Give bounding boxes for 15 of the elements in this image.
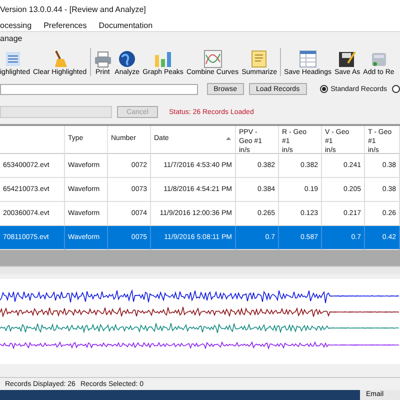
document-icon	[250, 50, 268, 68]
menu-item[interactable]: Preferences	[44, 20, 87, 30]
scrollbar[interactable]	[0, 266, 400, 274]
menu-item[interactable]: Documentation	[98, 20, 153, 30]
drive-icon	[370, 50, 388, 68]
menu-item[interactable]: ocessing	[0, 20, 32, 30]
spreadsheet-icon	[298, 50, 317, 68]
window-title: Version 13.0.0.44 - [Review and Analyze]	[0, 5, 146, 14]
globe-icon	[118, 50, 136, 68]
line-chart-icon	[204, 50, 222, 68]
ribbon-tab[interactable]: anage	[0, 34, 22, 43]
bar-chart-icon	[154, 50, 172, 68]
file-path-field[interactable]	[0, 84, 198, 94]
printer-icon	[94, 50, 112, 68]
radio-button[interactable]	[392, 85, 400, 93]
